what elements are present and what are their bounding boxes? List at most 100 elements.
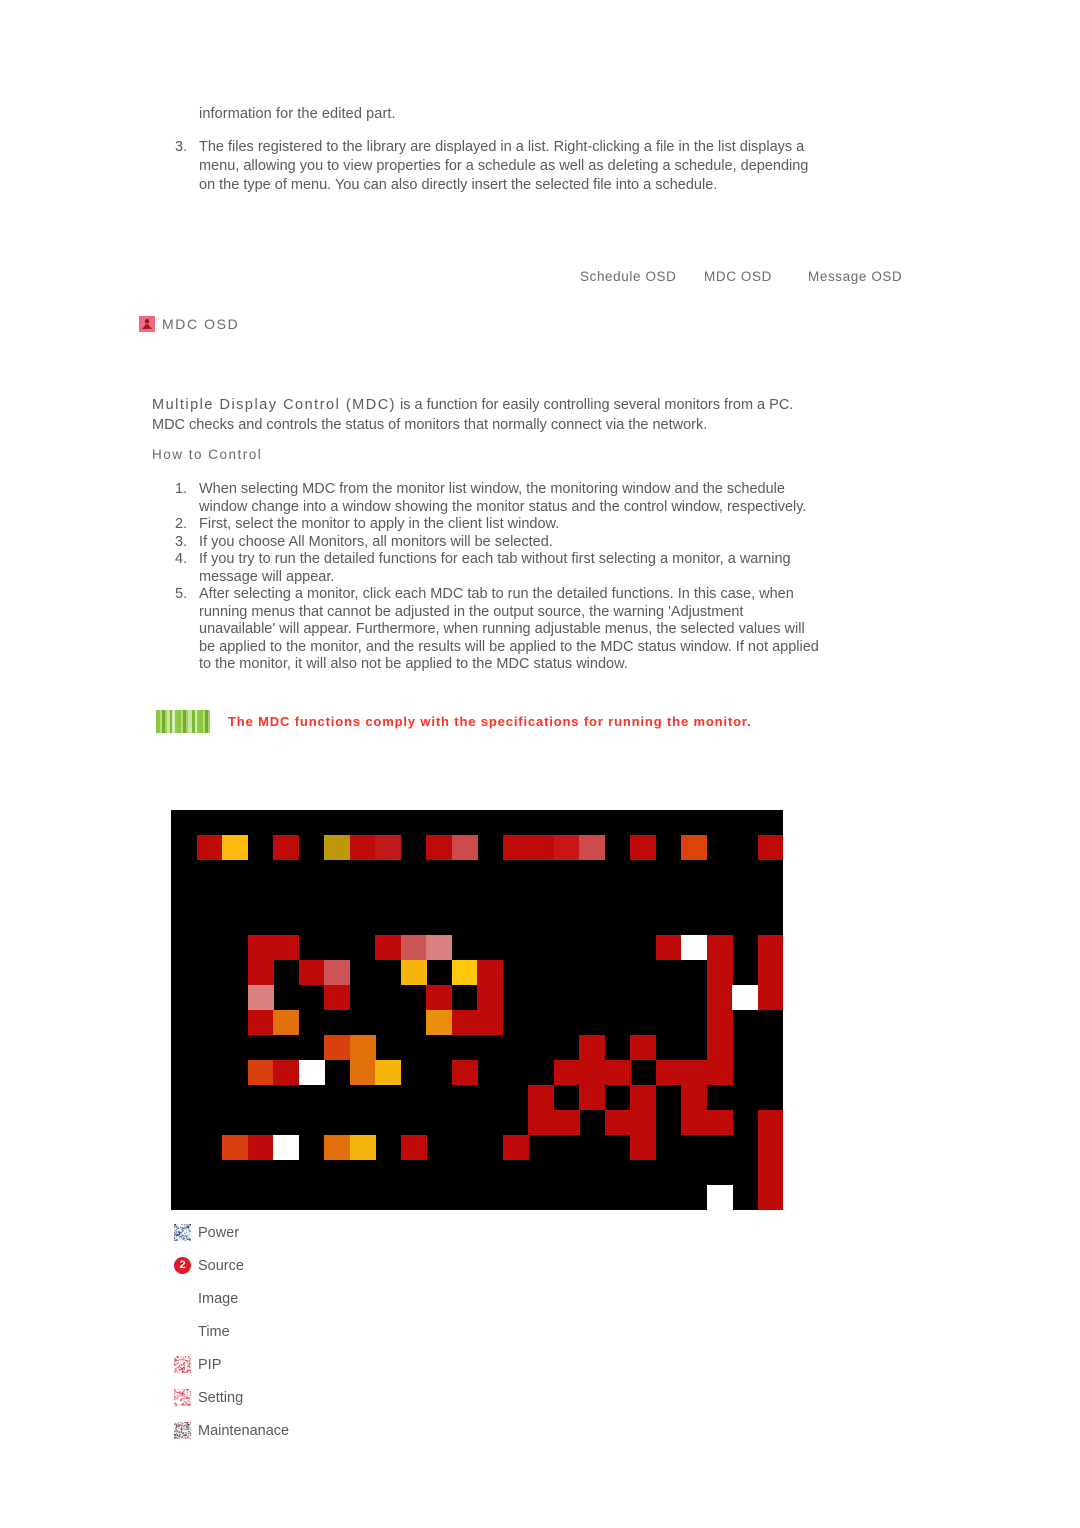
image-pixel-block [350,1060,376,1085]
image-pixel-block [426,1010,452,1035]
image-pixel-block [605,1110,631,1135]
image-pixel-block [426,835,452,860]
image-pixel-block [554,1060,580,1085]
mdc-tab-menu-list: Power 2 Source Image Time PIP Setting Maintenan… [174,1216,494,1447]
image-pixel-block [758,1135,783,1160]
intro-line: information for the edited part. [199,106,396,122]
image-pixel-block [758,985,783,1010]
list-item: 5. After selecting a monitor, click each… [175,586,820,674]
image-pixel-block [707,935,733,960]
image-pixel-block [681,1085,707,1110]
noise-thumbnail-icon [174,1224,191,1241]
description-rest: is a function for easily controlling sev… [396,397,794,413]
image-pixel-block [707,1010,733,1035]
mdc-tab-menu-label: Time [198,1323,230,1340]
description-emphasis: Multiple Display Control (MDC) [152,397,397,413]
page-title: MDC OSD [162,316,240,332]
image-pixel-block [248,1010,274,1035]
image-pixel-block [758,960,783,985]
image-pixel-block [681,835,707,860]
list-item-number: 1. [175,481,188,497]
image-pixel-block [758,1185,783,1210]
list-item-text: If you try to run the detailed functions… [199,551,791,585]
list-item: 4. If you try to run the detailed functi… [175,551,820,586]
image-pixel-block [452,1010,478,1035]
bullet-marker-icon [139,316,155,332]
image-pixel-block [579,1060,605,1085]
noise-thumbnail-icon [174,1422,191,1439]
mdc-tab-menu-item[interactable]: PIP [174,1348,494,1381]
image-pixel-block [197,835,223,860]
image-pixel-block [375,835,401,860]
barcode-note-icon [156,710,210,733]
image-pixel-block [324,835,350,860]
list-item-text: After selecting a monitor, click each MD… [199,586,819,672]
menu-item-spacer [174,1323,191,1340]
image-pixel-block [299,1060,325,1085]
image-pixel-block [707,1035,733,1060]
mdc-tab-menu-label: Source [198,1257,244,1274]
list-item-text: If you choose All Monitors, all monitors… [199,533,553,550]
list-item: 1. When selecting MDC from the monitor l… [175,481,820,516]
list-item-number: 5. [175,586,188,602]
image-pixel-block [350,1135,376,1160]
image-pixel-block [477,1010,503,1035]
image-pixel-block [579,1035,605,1060]
page-root: information for the edited part. 3. The … [0,0,1080,1528]
mdc-tab-menu-item[interactable]: Time [174,1315,494,1348]
mdc-tab-menu-item[interactable]: Maintenanace [174,1414,494,1447]
mdc-tab-menu-item[interactable]: Image [174,1282,494,1315]
image-pixel-block [707,1185,733,1210]
image-pixel-block [707,985,733,1010]
image-pixel-block [758,835,783,860]
tab-message-osd[interactable]: Message OSD [808,269,902,284]
image-pixel-block [273,1010,299,1035]
image-pixel-block [528,1110,554,1135]
image-pixel-block [324,1135,350,1160]
badge-2-icon: 2 [174,1257,191,1274]
image-pixel-block [248,935,274,960]
image-pixel-block [350,1035,376,1060]
image-pixel-block [707,1060,733,1085]
mdc-tab-menu-label: Power [198,1224,240,1241]
image-pixel-block [299,960,325,985]
image-pixel-block [579,835,605,860]
tab-schedule-osd[interactable]: Schedule OSD [580,269,677,284]
image-pixel-block [732,985,758,1010]
image-pixel-block [554,835,580,860]
image-pixel-block [528,835,554,860]
noise-thumbnail-icon [174,1389,191,1406]
image-pixel-block [401,1135,427,1160]
mdc-tab-menu-item[interactable]: 2 Source [174,1249,494,1282]
image-pixel-block [248,1060,274,1085]
description-line-2: MDC checks and controls the status of mo… [152,416,708,433]
mdc-tab-menu-label: PIP [198,1356,222,1373]
image-pixel-block [477,985,503,1010]
how-to-control-heading: How to Control [152,447,263,462]
image-pixel-block [554,1110,580,1135]
image-pixel-block [273,1060,299,1085]
image-pixel-block [324,960,350,985]
image-pixel-block [630,1135,656,1160]
note-text: The MDC functions comply with the specif… [228,714,752,729]
mdc-tab-menu-item[interactable]: Power [174,1216,494,1249]
image-pixel-block [401,960,427,985]
image-pixel-block [401,935,427,960]
image-pixel-block [656,1060,682,1085]
mdc-tab-menu-item[interactable]: Setting [174,1381,494,1414]
badge-2-number: 2 [174,1257,191,1274]
menu-item-spacer [174,1290,191,1307]
image-pixel-block [681,1110,707,1135]
image-pixel-block [605,1060,631,1085]
section-heading: MDC OSD [139,316,239,332]
image-pixel-block [681,1060,707,1085]
image-pixel-block [375,935,401,960]
list-item-number: 2. [175,516,188,532]
image-pixel-block [324,985,350,1010]
image-pixel-block [273,835,299,860]
tab-mdc-osd[interactable]: MDC OSD [704,269,772,284]
image-pixel-block [375,1060,401,1085]
image-pixel-block [758,1110,783,1135]
image-pixel-block [324,1035,350,1060]
image-pixel-block [630,1035,656,1060]
